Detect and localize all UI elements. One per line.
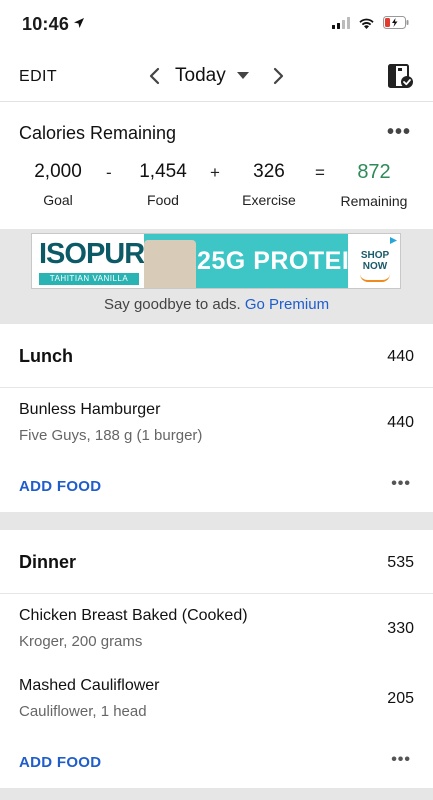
food-name: Chicken Breast Baked (Cooked)	[19, 607, 248, 624]
calories-remaining-card: Calories Remaining ••• 2,000 Goal - 1,45…	[0, 103, 433, 229]
add-food-button[interactable]: ADD FOOD	[19, 754, 101, 771]
meal-title: Dinner	[19, 552, 77, 572]
goal-label: Goal	[43, 192, 73, 208]
ad-product-image	[144, 240, 196, 288]
wifi-icon	[359, 18, 374, 29]
ad-shop-now[interactable]: SHOP NOW	[348, 250, 400, 272]
battery-charging-icon	[383, 16, 409, 29]
meal-more-icon[interactable]: •••	[391, 475, 411, 493]
go-premium-link[interactable]: Go Premium	[245, 296, 329, 313]
meal-section-lunch: Lunch 440 Bunless Hamburger Five Guys, 1…	[0, 324, 433, 516]
food-name: Mashed Cauliflower	[19, 677, 160, 694]
status-bar: 10:46	[0, 0, 433, 50]
remaining-value: 872	[357, 161, 391, 183]
ad-headline: 25G PROTEIN	[197, 247, 368, 275]
food-detail: Cauliflower, 1 head	[19, 703, 147, 720]
meal-title: Lunch	[19, 346, 73, 366]
food-name: Bunless Hamburger	[19, 401, 161, 418]
next-day-chevron-icon[interactable]	[270, 66, 286, 86]
food-calories: 440	[387, 414, 414, 431]
food-calories: 205	[387, 690, 414, 707]
ad-flavor: TAHITIAN VANILLA	[39, 273, 139, 285]
edit-button[interactable]: EDIT	[19, 68, 57, 86]
section-divider	[0, 512, 433, 530]
exercise-column: 326 Exercise	[234, 161, 304, 208]
calories-remaining-title: Calories Remaining	[19, 123, 177, 143]
remaining-column: 872 Remaining	[334, 161, 414, 209]
food-calories: 330	[387, 620, 414, 637]
meal-total-calories: 440	[387, 348, 414, 365]
calories-more-icon[interactable]: •••	[387, 121, 411, 144]
status-time: 10:46	[22, 14, 70, 34]
status-indicators	[332, 16, 409, 29]
remaining-label: Remaining	[340, 193, 408, 209]
food-column: 1,454 Food	[132, 161, 194, 208]
meal-section-dinner: Dinner 535 Chicken Breast Baked (Cooked)…	[0, 530, 433, 792]
previous-day-chevron-icon[interactable]	[147, 66, 163, 86]
plus-operator: +	[210, 163, 220, 182]
ad-brand-panel: ISOPURE TAHITIAN VANILLA	[32, 234, 164, 288]
food-value: 1,454	[139, 161, 187, 182]
amazon-smile-icon	[360, 274, 390, 282]
equals-operator: =	[315, 163, 325, 182]
meal-footer: ADD FOOD •••	[0, 458, 433, 516]
food-entry[interactable]: Bunless Hamburger Five Guys, 188 g (1 bu…	[0, 388, 433, 458]
food-entry[interactable]: Chicken Breast Baked (Cooked) Kroger, 20…	[0, 594, 433, 664]
food-label: Food	[147, 192, 179, 208]
goal-column: 2,000 Goal	[28, 161, 88, 208]
section-divider	[0, 788, 433, 800]
caret-down-icon[interactable]	[237, 72, 249, 80]
food-detail: Five Guys, 188 g (1 burger)	[19, 427, 203, 444]
meal-more-icon[interactable]: •••	[391, 751, 411, 769]
ad-choices-icon[interactable]	[389, 236, 398, 245]
meal-footer: ADD FOOD •••	[0, 734, 433, 792]
location-arrow-icon	[74, 18, 84, 28]
food-detail: Kroger, 200 grams	[19, 633, 143, 650]
meal-header: Dinner 535	[0, 530, 433, 594]
diary-complete-icon[interactable]	[386, 62, 414, 90]
goal-value: 2,000	[34, 161, 82, 182]
ad-caption-text: Say goodbye to ads.	[103, 296, 241, 313]
exercise-value: 326	[253, 161, 285, 182]
ad-section: ISOPURE TAHITIAN VANILLA 25G PROTEIN SHO…	[0, 229, 433, 324]
ad-caption: Say goodbye to ads. Go Premium	[0, 296, 433, 313]
meal-header: Lunch 440	[0, 324, 433, 388]
cellular-signal-icon	[332, 16, 350, 29]
date-selector[interactable]: Today	[175, 65, 226, 87]
exercise-label: Exercise	[242, 192, 296, 208]
diary-nav-bar: EDIT Today	[0, 50, 433, 102]
food-entry[interactable]: Mashed Cauliflower Cauliflower, 1 head 2…	[0, 664, 433, 734]
minus-operator: -	[106, 163, 112, 182]
ad-banner[interactable]: ISOPURE TAHITIAN VANILLA 25G PROTEIN SHO…	[31, 233, 401, 289]
meal-total-calories: 535	[387, 554, 414, 571]
add-food-button[interactable]: ADD FOOD	[19, 478, 101, 495]
